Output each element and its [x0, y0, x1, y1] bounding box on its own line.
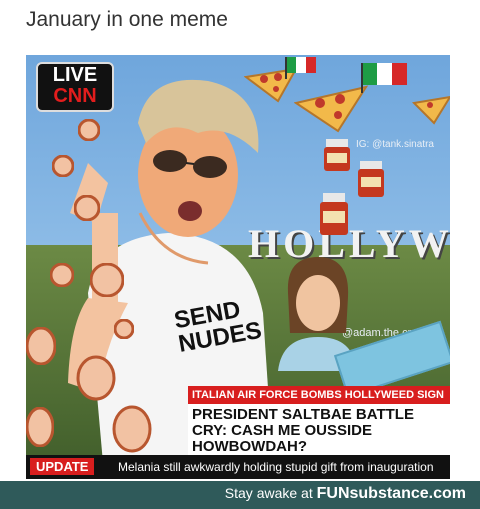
news-lower-third: ITALIAN AIR FORCE BOMBS HOLLYWEED SIGN P… [188, 386, 450, 458]
italian-flag-icon [361, 63, 407, 93]
sauce-jar-icon [320, 193, 348, 235]
sauce-jar-icon [358, 161, 384, 197]
live-cnn-badge: LIVE CNN [36, 62, 114, 112]
pizza-icon [412, 95, 450, 125]
headline-main: PRESIDENT SALTBAE BATTLE CRY: CASH ME OU… [188, 404, 450, 458]
post-title: January in one meme [26, 8, 228, 31]
sauce-jar-icon [324, 139, 350, 171]
footer-brand-link[interactable]: FUNsubstance.com [317, 485, 466, 502]
watermark-instagram: IG: @tank.sinatra [356, 139, 434, 150]
face-sticker-icon [114, 319, 134, 339]
face-sticker-icon [52, 155, 74, 177]
face-sticker-icon [90, 263, 124, 297]
face-sticker-icon [74, 195, 100, 221]
italian-flag-icon [285, 57, 316, 79]
face-sticker-icon [78, 119, 100, 141]
meme-image[interactable]: HOLLYWEED IG: @tank.sinatra @adam.the.cr… [26, 55, 450, 479]
footer-prefix: Stay awake at [224, 485, 313, 501]
headline-red-bar: ITALIAN AIR FORCE BOMBS HOLLYWEED SIGN [188, 386, 450, 404]
pizza-icon [294, 85, 368, 133]
face-sticker-icon [26, 407, 54, 447]
face-sticker-icon [26, 327, 56, 365]
face-sticker-icon [76, 355, 116, 401]
site-footer: Stay awake at FUNsubstance.com [0, 481, 480, 509]
face-sticker-icon [50, 263, 74, 287]
ticker-text: Melania still awkwardly holding stupid g… [118, 460, 434, 474]
update-label: UPDATE [30, 458, 95, 475]
news-ticker: UPDATE Melania still awkwardly holding s… [26, 455, 450, 479]
footer-text: Stay awake at FUNsubstance.com [225, 485, 466, 503]
face-sticker-icon [112, 405, 152, 453]
